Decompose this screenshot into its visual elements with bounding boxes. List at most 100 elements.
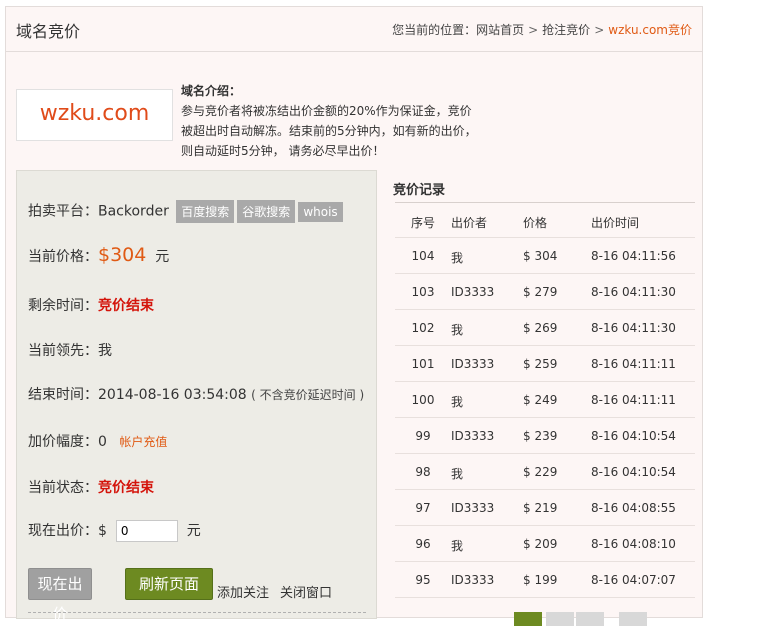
remaining-value: 竞价结束 <box>98 298 154 314</box>
cell-seq: 101 <box>411 357 435 371</box>
google-search-button[interactable]: 谷歌搜索 <box>237 200 296 223</box>
column-header: 出价者 <box>451 216 488 230</box>
cell-price: $ 229 <box>523 465 558 479</box>
price-unit: 元 <box>155 249 170 265</box>
cell-time: 8-16 04:11:30 <box>591 285 676 299</box>
cell-time: 8-16 04:11:11 <box>591 357 676 371</box>
cell-seq: 102 <box>411 321 435 335</box>
panel-header: 域名竞价 您当前的位置：网站首页 > 抢注竞价 > wzku.com竞价 <box>6 7 702 52</box>
remaining-row: 剩余时间：竞价结束 <box>28 295 154 315</box>
breadcrumb-current: wzku.com竞价 <box>608 23 692 37</box>
cell-price: $ 219 <box>523 501 558 515</box>
auction-info-box: 拍卖平台：Backorder 百度搜索 谷歌搜索 whois 当前价格：$304 元… <box>16 170 377 623</box>
cell-price: $ 304 <box>523 249 558 263</box>
bid-amount-input[interactable] <box>115 520 178 542</box>
cell-time: 8-16 04:08:55 <box>591 501 676 515</box>
breadcrumb-separator: > <box>594 23 605 37</box>
status-value: 竞价结束 <box>98 480 154 496</box>
leader-row: 当前领先：我 <box>28 340 112 360</box>
platform-value: Backorder <box>98 203 169 220</box>
intro-line: 被超出时自动解冻。结束前的5分钟内，如有新的出价， <box>181 124 477 138</box>
cell-seq: 99 <box>415 429 431 443</box>
platform-row: 拍卖平台：Backorder 百度搜索 谷歌搜索 whois <box>28 200 343 223</box>
whois-button[interactable]: whois <box>298 201 343 222</box>
breadcrumb-separator: > <box>528 23 539 37</box>
table-row: 95 ID3333 $ 199 8-16 04:07:07 <box>395 562 695 598</box>
cell-bidder: 我 <box>451 539 464 553</box>
cell-bidder: ID3333 <box>451 357 495 371</box>
end-time-label: 结束时间： <box>28 387 98 403</box>
cell-price: $ 209 <box>523 537 558 551</box>
end-time-note: ( 不含竞价延迟时间 ) <box>251 388 365 402</box>
table-row: 96 我 $ 209 8-16 04:08:10 <box>395 526 695 562</box>
increment-label: 加价幅度： <box>28 434 98 450</box>
table-row: 98 我 $ 229 8-16 04:10:54 <box>395 454 695 490</box>
price-row: 当前价格：$304 元 <box>28 244 169 266</box>
cell-bidder: 我 <box>451 395 464 409</box>
cell-price: $ 269 <box>523 321 558 335</box>
cell-time: 8-16 04:08:10 <box>591 537 676 551</box>
cell-bidder: ID3333 <box>451 285 495 299</box>
cell-time: 8-16 04:11:11 <box>591 393 676 407</box>
cell-price: $ 279 <box>523 285 558 299</box>
end-time-row: 结束时间：2014-08-16 03:54:08 ( 不含竞价延迟时间 ) <box>28 384 364 404</box>
page-button[interactable] <box>576 612 604 626</box>
cell-bidder: ID3333 <box>451 501 495 515</box>
cell-seq: 100 <box>411 393 435 407</box>
bid-currency: $ <box>98 523 107 539</box>
page-title: 域名竞价 <box>16 22 81 41</box>
domain-logo-text: wzku.com <box>39 101 150 126</box>
increment-value: 0 <box>98 434 107 450</box>
page-button-current[interactable] <box>514 612 542 626</box>
cell-seq: 95 <box>415 573 431 587</box>
table-header: 序号 出价者 价格 出价时间 <box>395 203 695 238</box>
bid-label: 现在出价： <box>28 523 98 539</box>
table-row: 100 我 $ 249 8-16 04:11:11 <box>395 382 695 418</box>
cell-time: 8-16 04:10:54 <box>591 465 676 479</box>
leader-label: 当前领先： <box>28 343 98 359</box>
column-header: 序号 <box>410 216 435 230</box>
bid-row: 现在出价：$ 元 <box>28 520 201 542</box>
close-window-link[interactable]: 关闭窗口 <box>280 582 332 601</box>
breadcrumb-prefix: 您当前的位置： <box>392 23 477 37</box>
cell-seq: 103 <box>411 285 435 299</box>
divider <box>28 612 366 613</box>
domain-intro: 域名介绍： 参与竞价者将被冻结出价金额的20%作为保证金，竞价 被超出时自动解冻… <box>181 81 501 161</box>
page-button[interactable] <box>546 612 574 626</box>
table-row: 99 ID3333 $ 239 8-16 04:10:54 <box>395 418 695 454</box>
cell-price: $ 239 <box>523 429 558 443</box>
cell-bidder: 我 <box>451 467 464 481</box>
table-row: 101 ID3333 $ 259 8-16 04:11:11 <box>395 346 695 382</box>
end-time-value: 2014-08-16 03:54:08 <box>98 387 247 403</box>
add-follow-link[interactable]: 添加关注 <box>217 582 269 601</box>
cell-bidder: 我 <box>451 323 464 337</box>
leader-value: 我 <box>98 343 112 359</box>
intro-line: 则自动延时5分钟， 请务必尽早出价！ <box>181 144 385 158</box>
bid-records-table: 序号 出价者 价格 出价时间 104 我 $ 304 8-16 04:11:56 103… <box>395 202 695 598</box>
baidu-search-button[interactable]: 百度搜索 <box>176 200 235 223</box>
cell-seq: 104 <box>411 249 435 263</box>
bid-unit: 元 <box>186 523 201 539</box>
intro-line: 参与竞价者将被冻结出价金额的20%作为保证金，竞价 <box>181 104 472 118</box>
breadcrumb-bidding-link[interactable]: 抢注竞价 <box>542 23 590 37</box>
table-row: 102 我 $ 269 8-16 04:11:30 <box>395 310 695 346</box>
refresh-page-button[interactable]: 刷新页面 <box>125 568 213 600</box>
domain-logo: wzku.com <box>16 89 173 141</box>
table-row: 97 ID3333 $ 219 8-16 04:08:55 <box>395 490 695 526</box>
cell-bidder: 我 <box>451 251 464 265</box>
status-label: 当前状态： <box>28 480 98 496</box>
page-button[interactable] <box>619 612 647 626</box>
remaining-label: 剩余时间： <box>28 298 98 314</box>
cell-price: $ 259 <box>523 357 558 371</box>
column-header: 价格 <box>523 216 548 230</box>
status-row: 当前状态：竞价结束 <box>28 477 154 497</box>
auction-panel: 域名竞价 您当前的位置：网站首页 > 抢注竞价 > wzku.com竞价 wzku.co… <box>5 6 703 626</box>
price-label: 当前价格： <box>28 249 98 265</box>
recharge-link[interactable]: 帐户充值 <box>119 435 167 449</box>
column-header: 出价时间 <box>591 216 640 230</box>
breadcrumb-home-link[interactable]: 网站首页 <box>476 23 524 37</box>
cell-seq: 96 <box>415 537 431 551</box>
bid-now-button[interactable]: 现在出价 <box>28 568 92 623</box>
cell-time: 8-16 04:07:07 <box>591 573 676 587</box>
cell-price: $ 249 <box>523 393 558 407</box>
